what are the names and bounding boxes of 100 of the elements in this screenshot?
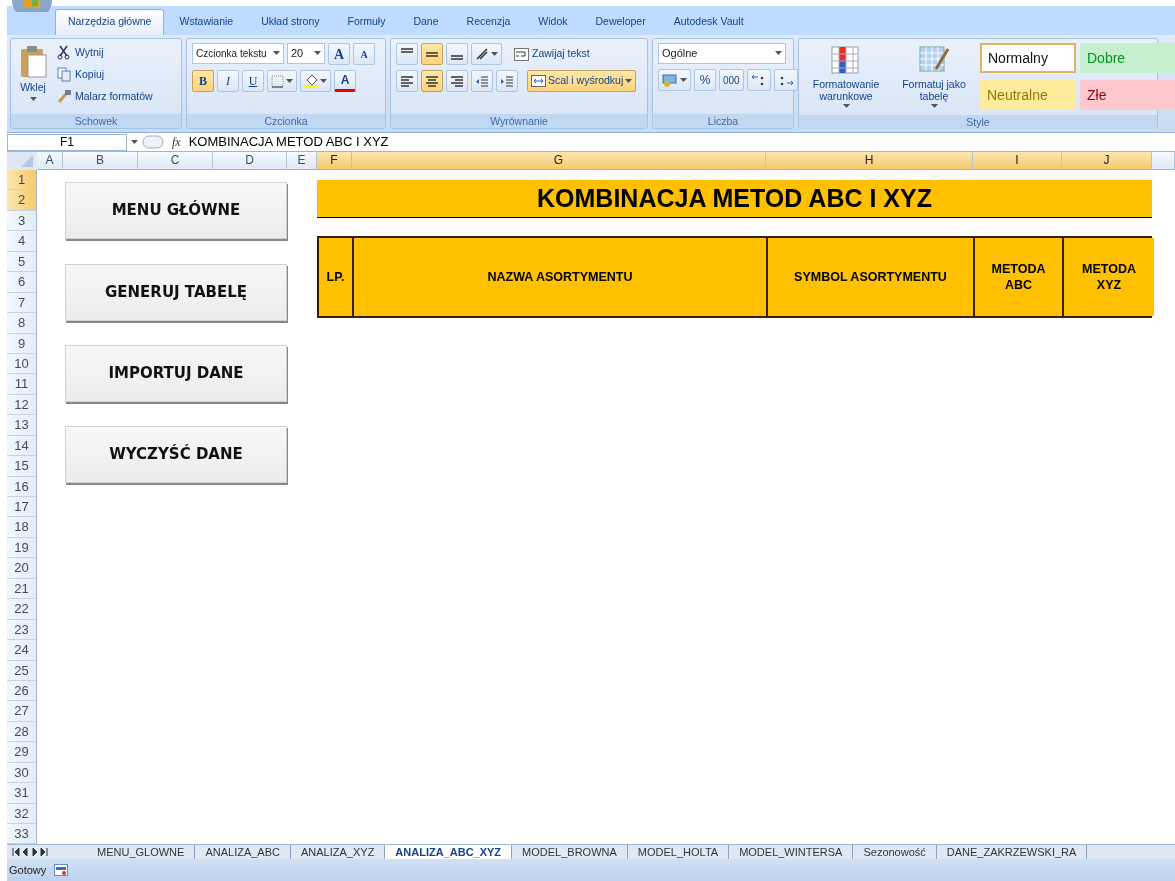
row-header[interactable]: 10 [7,353,37,375]
row-header[interactable]: 13 [7,415,37,436]
row-header[interactable]: 12 [7,394,37,416]
row-header[interactable]: 11 [7,374,37,395]
row-header[interactable]: 26 [7,680,37,702]
column-header[interactable]: B [63,152,138,170]
underline-button[interactable]: U [242,70,264,92]
row-header[interactable]: 31 [7,783,37,804]
percent-button[interactable]: % [694,69,716,91]
row-header[interactable]: 14 [7,435,37,457]
row-header[interactable]: 8 [7,313,37,334]
horizontal-align-button[interactable] [396,70,418,92]
column-header[interactable]: F [317,152,352,170]
name-box[interactable]: F1 [7,133,127,151]
row-header[interactable]: 25 [7,660,37,681]
clipboard-item[interactable]: Wytnij [54,43,156,63]
sheet-button[interactable]: GENERUJ TABELĘ [65,264,287,321]
cell-style-tile[interactable]: Neutralne [980,80,1076,111]
column-header[interactable]: G [352,152,766,170]
row-header[interactable]: 23 [7,619,37,641]
sheet-button[interactable]: MENU GŁÓWNE [65,182,287,239]
shrink-font-button[interactable]: A [353,43,375,65]
vertical-align-button[interactable] [421,43,443,65]
row-header[interactable]: 29 [7,742,37,763]
ribbon-tab[interactable]: Deweloper [582,9,659,35]
vertical-align-button[interactable] [446,43,468,65]
row-header[interactable]: 7 [7,292,37,314]
thousands-button[interactable]: 000 [719,69,744,91]
row-header[interactable]: 28 [7,721,37,743]
clipboard-item[interactable]: Malarz formatów [54,86,156,107]
increase-indent-icon [500,74,514,88]
ribbon-tab[interactable]: Wstawianie [166,9,247,35]
font-color-button[interactable]: A [334,70,356,92]
column-header[interactable]: C [138,152,213,170]
align-lines-icon [425,74,439,88]
column-header[interactable]: A [37,152,63,170]
decrease-decimal-button[interactable] [773,69,798,91]
row-header[interactable]: 16 [7,476,37,497]
row-header[interactable]: 20 [7,558,37,579]
merge-center-button[interactable]: Scal i wyśrodkuj [527,70,637,92]
horizontal-align-button[interactable] [446,70,468,92]
column-header[interactable]: D [213,152,287,170]
row-header[interactable]: 1 [7,170,37,191]
sheet-button[interactable]: IMPORTUJ DANE [65,345,287,402]
row-header[interactable]: 15 [7,456,37,477]
fill-color-button[interactable] [300,70,331,92]
currency-button[interactable] [658,69,691,91]
grow-font-button[interactable]: A [328,43,350,65]
wrap-text-button[interactable]: Zawijaj tekst [511,43,593,65]
row-header[interactable]: 24 [7,640,37,661]
row-header[interactable]: 30 [7,762,37,784]
row-header[interactable]: 17 [7,497,37,518]
column-header[interactable]: J [1062,152,1152,170]
font-size-field[interactable]: 20 [287,43,325,64]
ribbon-tab[interactable]: Autodesk Vault [660,9,757,35]
font-name-field[interactable]: Czcionka tekstu [192,43,284,64]
italic-button[interactable]: I [217,70,239,92]
increase-decimal-button[interactable] [746,69,771,91]
column-header[interactable]: I [973,152,1062,170]
borders-button[interactable] [267,70,297,92]
row-header[interactable]: 9 [7,333,37,354]
row-header[interactable]: 19 [7,537,37,559]
horizontal-align-button[interactable] [421,70,443,92]
sheet-button[interactable]: WYCZYŚĆ DANE [65,426,287,483]
row-header[interactable]: 32 [7,803,37,824]
ribbon-tab[interactable]: Narzędzia główne [55,9,165,35]
column-header[interactable]: H [766,152,973,170]
ribbon-tab[interactable]: Dane [400,9,452,35]
cell-style-tile[interactable]: Normalny [980,43,1076,73]
row-header[interactable]: 4 [7,231,37,252]
row-header[interactable]: 18 [7,517,37,538]
row-header[interactable]: 27 [7,701,37,722]
format-as-table-button[interactable]: Formatuj jako tabelę [892,43,976,112]
row-header[interactable]: 21 [7,578,37,600]
vertical-align-button[interactable] [396,43,418,65]
decrease-indent-button[interactable] [471,70,493,92]
increase-indent-button[interactable] [496,70,518,92]
conditional-formatting-button[interactable]: Formatowanie warunkowe [804,43,888,112]
group-label: Schowek [11,114,181,128]
row-header[interactable]: 2 [7,190,37,211]
ribbon-tab[interactable]: Formuły [334,9,399,35]
ribbon-tab[interactable]: Recenzja [453,9,524,35]
macro-record-icon[interactable] [54,864,69,877]
number-format-field[interactable]: Ogólne [658,43,786,64]
office-logo-icon[interactable] [10,0,54,12]
column-header[interactable]: E [287,152,317,170]
ribbon-tab[interactable]: Widok [525,9,581,35]
bold-button[interactable]: B [192,70,214,92]
orientation-button[interactable] [471,43,502,65]
sheet-tab[interactable]: ANALIZA_ABC_XYZ [385,845,513,860]
function-label[interactable]: fx [168,133,185,151]
cell-style-tile[interactable]: Złe [1080,80,1175,111]
row-header[interactable]: 22 [7,599,37,620]
row-header[interactable]: 5 [7,251,37,273]
ribbon-tab[interactable]: Układ strony [248,9,333,35]
clipboard-item[interactable]: Kopiuj [54,64,156,85]
row-header[interactable]: 6 [7,272,37,293]
paste-button[interactable]: Wklej [16,43,50,110]
row-header[interactable]: 33 [7,824,37,845]
row-header[interactable]: 3 [7,210,37,232]
